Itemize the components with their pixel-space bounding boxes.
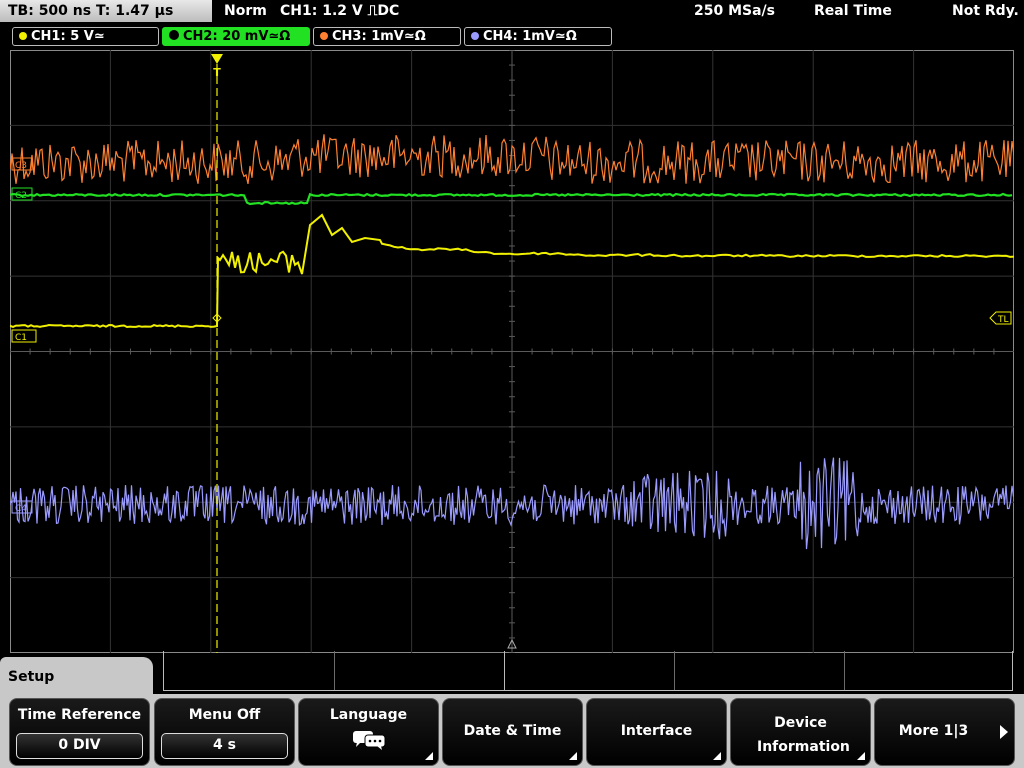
ch2-waveform <box>10 192 1013 206</box>
softkey-label: Language <box>329 707 408 723</box>
softkey-label: Device Information <box>757 715 850 755</box>
more-softkey[interactable]: More 1|3 <box>874 698 1015 766</box>
trigger-source[interactable]: CH1: 1.2 V ⎍DC <box>280 0 399 22</box>
channel-label: CH2: 20 mV≃Ω <box>183 29 291 44</box>
channel-label: CH4: 1mV≃Ω <box>483 29 577 44</box>
ch4-marker-label: C4 <box>15 504 27 514</box>
next-page-icon <box>1000 725 1008 739</box>
status-bar: TB: 500 ns T: 1.47 µs Norm CH1: 1.2 V ⎍D… <box>0 0 1024 24</box>
speech-bubbles-icon <box>352 731 385 750</box>
trigger-marker-label: T <box>213 66 221 79</box>
trigger-position-marker[interactable]: T <box>211 54 223 79</box>
softkey-label: More 1|3 <box>898 723 969 739</box>
submenu-corner-icon <box>713 752 721 760</box>
ch4-dot-icon <box>471 32 479 40</box>
softkey-label: Menu Off <box>188 707 261 723</box>
submenu-corner-icon <box>569 752 577 760</box>
trigger-mode[interactable]: Norm <box>224 0 267 22</box>
menu-title: Setup <box>0 657 153 697</box>
submenu-corner-icon <box>857 752 865 760</box>
ch1-dot-icon <box>19 32 27 40</box>
language-softkey[interactable]: Language <box>298 698 439 766</box>
channel-label: CH1: 5 V≃ <box>31 29 105 44</box>
ch3-dot-icon <box>320 32 328 40</box>
device-information-softkey[interactable]: Device Information <box>730 698 871 766</box>
interface-softkey[interactable]: Interface <box>586 698 727 766</box>
ch2-marker-label: C2 <box>15 191 27 201</box>
softkey-label: Interface <box>620 723 693 739</box>
sample-rate: 250 MSa/s <box>694 3 776 19</box>
softkey-label: Time Reference <box>17 707 142 723</box>
channel-tab-ch3[interactable]: CH3: 1mV≃Ω <box>313 27 461 46</box>
channel-tab-ch2[interactable]: CH2: 20 mV≃Ω <box>162 27 310 46</box>
ch2-dot-icon <box>169 30 179 40</box>
graticule <box>10 50 1014 653</box>
time-reference-softkey[interactable]: Time Reference 0 DIV <box>9 698 150 766</box>
acquisition-state: Not Rdy. <box>952 3 1019 19</box>
submenu-corner-icon <box>425 752 433 760</box>
trigger-level-label: TL <box>997 315 1009 325</box>
trigger-level-marker[interactable]: TL <box>989 311 1012 325</box>
time-reference-value[interactable]: 0 DIV <box>16 733 143 759</box>
history-bar <box>163 651 1013 691</box>
date-time-softkey[interactable]: Date & Time <box>442 698 583 766</box>
waveform-canvas: T C3 C2 C1 C4 TL <box>10 50 1014 653</box>
ch3-marker-label: C3 <box>15 161 27 171</box>
channel-label: CH3: 1mV≃Ω <box>332 29 426 44</box>
menu-off-softkey[interactable]: Menu Off 4 s <box>154 698 295 766</box>
menu-off-value[interactable]: 4 s <box>161 733 288 759</box>
ch1-marker-label: C1 <box>15 333 27 343</box>
ch1-offset-marker[interactable]: C1 <box>11 329 37 343</box>
timebase-readout[interactable]: TB: 500 ns T: 1.47 µs <box>0 0 212 22</box>
softkey-label: Date & Time <box>463 723 562 739</box>
acquisition-mode: Real Time <box>814 3 892 19</box>
ch3-offset-marker[interactable]: C3 <box>11 157 33 171</box>
channel-tab-ch1[interactable]: CH1: 5 V≃ <box>12 27 159 46</box>
channel-tab-ch4[interactable]: CH4: 1mV≃Ω <box>464 27 612 46</box>
